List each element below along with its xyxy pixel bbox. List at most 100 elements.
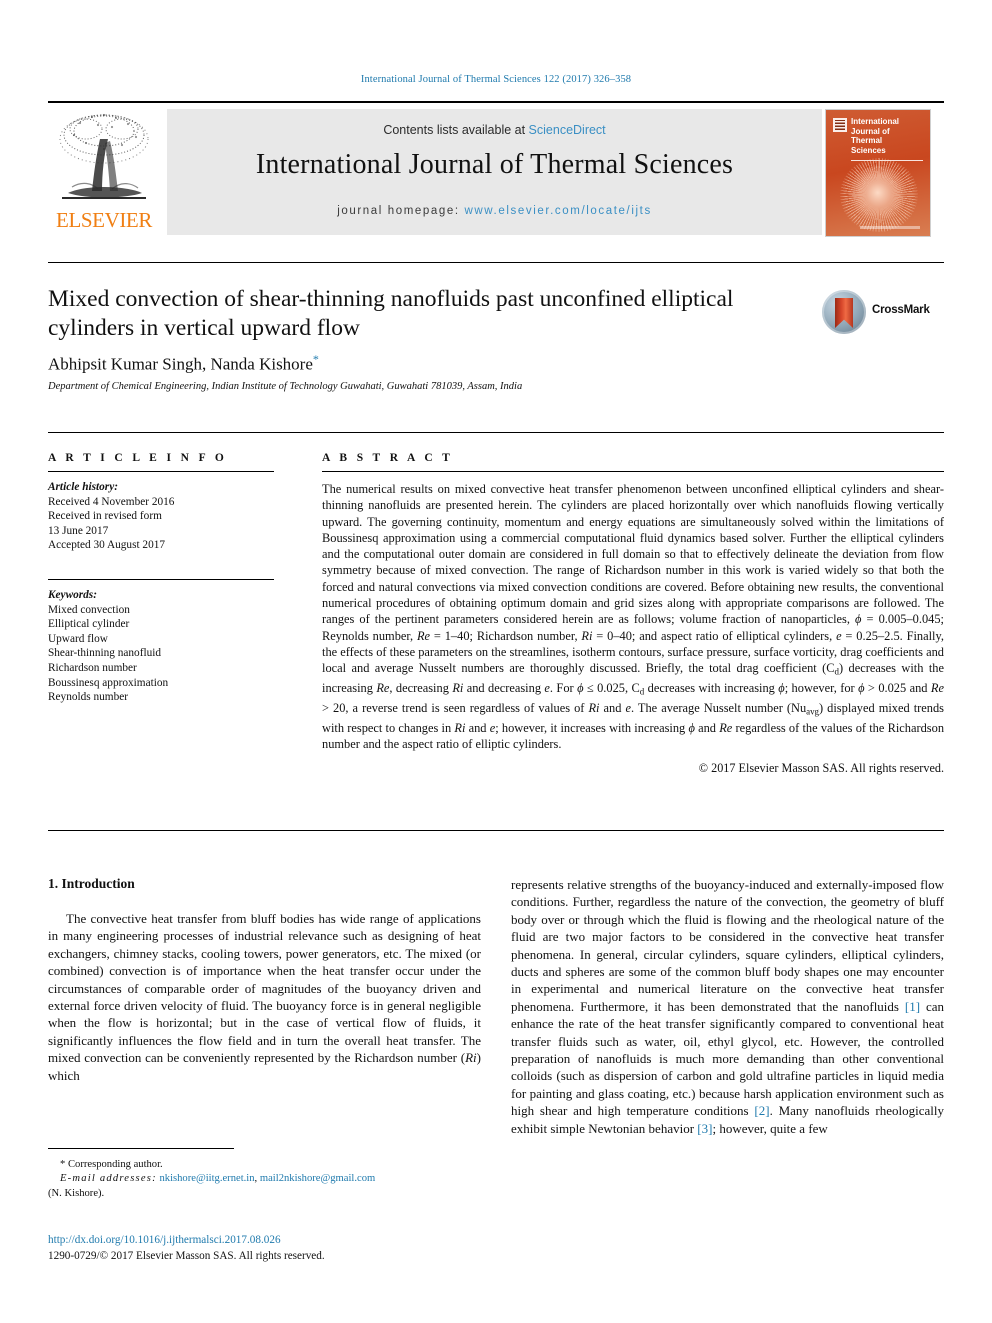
- crossmark-ribbon-icon: [835, 298, 853, 328]
- abstract-text: The numerical results on mixed convectiv…: [322, 481, 944, 752]
- keyword-item: Upward flow: [48, 632, 108, 645]
- abstract-sym-ri2: Ri: [452, 681, 464, 696]
- cover-footer-bar: [860, 226, 920, 229]
- abstract-sym-re3: Re: [930, 681, 944, 696]
- abstract-seg: = 0–40; and aspect ratio of elliptical c…: [592, 628, 837, 643]
- abstract-seg: and: [694, 720, 720, 735]
- abstract-seg: and: [465, 720, 490, 735]
- cover-title-text: International Journal of Thermal Science…: [851, 117, 923, 155]
- abstract-column: A B S T R A C T The numerical results on…: [322, 452, 944, 776]
- cover-title-line-1: International: [851, 117, 900, 126]
- abstract-sym-ri3: Ri: [588, 700, 600, 715]
- abstract-sym-re2: Re: [376, 681, 390, 696]
- homepage-label: journal homepage:: [337, 205, 465, 217]
- section-heading-introduction: 1. Introduction: [48, 876, 135, 891]
- abstract-seg: . The average Nusselt number (Nu: [630, 700, 807, 715]
- abstract-seg: . For: [549, 681, 578, 696]
- keyword-item: Richardson number: [48, 661, 137, 674]
- journal-masthead: ELSEVIER Contents lists available at Sci…: [48, 101, 944, 240]
- email-label: E-mail addresses:: [60, 1173, 157, 1185]
- abstract-seg: = 1–40; Richardson number,: [430, 628, 582, 643]
- article-info-column: A R T I C L E I N F O Article history: R…: [48, 452, 274, 705]
- sciencedirect-link[interactable]: ScienceDirect: [529, 123, 606, 137]
- homepage-url-link[interactable]: www.elsevier.com/locate/ijts: [464, 205, 651, 217]
- keyword-item: Shear-thinning nanofluid: [48, 647, 162, 660]
- body-column-left: 1. Introduction The convective heat tran…: [48, 876, 481, 1084]
- citation-link-3[interactable]: [3]: [697, 1121, 712, 1136]
- running-head: International Journal of Thermal Science…: [360, 74, 632, 85]
- elsevier-tree-icon: [52, 109, 156, 207]
- cover-title-line-4: Sciences: [851, 145, 886, 155]
- cover-title-line-3: Thermal: [851, 136, 883, 146]
- keyword-item: Reynolds number: [48, 691, 129, 704]
- abstract-rule: [322, 471, 944, 472]
- article-history-item: 13 June 2017: [48, 524, 109, 537]
- info-divider-top: [48, 432, 944, 433]
- body-column-right: represents relative strengths of the buo…: [511, 876, 944, 1137]
- page-title: Mixed convection of shear-thinning nanof…: [48, 286, 734, 341]
- article-info-rule: [48, 471, 274, 472]
- elsevier-logo: ELSEVIER: [48, 109, 160, 235]
- article-history-item: Received in revised form: [48, 510, 162, 523]
- abstract-sub-nu: avg: [806, 706, 819, 717]
- abstract-seg: ≤ 0.025, C: [583, 681, 640, 696]
- email-link-1[interactable]: nkishore@iitg.ernet.in: [159, 1173, 254, 1184]
- citation-link-2[interactable]: [2]: [754, 1103, 769, 1118]
- intro-paragraph-right: represents relative strengths of the buo…: [511, 876, 944, 1137]
- crossmark-label: CrossMark: [872, 304, 930, 316]
- abstract-sym-re4: Re: [719, 720, 733, 735]
- footnote-divider: [48, 1148, 234, 1149]
- abstract-seg: , decreasing: [389, 681, 453, 696]
- journal-homepage-line: journal homepage: www.elsevier.com/locat…: [167, 205, 822, 217]
- abstract-copyright: © 2017 Elsevier Masson SAS. All rights r…: [698, 761, 944, 776]
- corresponding-author-marker: *: [312, 352, 319, 366]
- intro-sym-ri: Ri: [465, 1050, 477, 1066]
- email-owner: (N. Kishore).: [48, 1187, 105, 1199]
- abstract-sym-ri4: Ri: [454, 720, 466, 735]
- doi-block: http://dx.doi.org/10.1016/j.ijthermalsci…: [48, 1233, 548, 1264]
- article-history-item: Received 4 November 2016: [48, 495, 175, 508]
- corresponding-author-note: * Corresponding author.: [48, 1158, 481, 1172]
- cover-title-line-2: Journal of: [851, 126, 890, 136]
- intro-seg: The convective heat transfer from bluff …: [48, 911, 481, 1066]
- abstract-sym-ri: Ri: [581, 628, 593, 643]
- contents-available-line: Contents lists available at ScienceDirec…: [167, 123, 822, 137]
- abstract-seg: decreases with increasing: [644, 681, 779, 696]
- article-history-label: Article history:: [48, 481, 118, 493]
- article-info-heading: A R T I C L E I N F O: [48, 452, 228, 464]
- info-divider-bottom: [48, 830, 944, 831]
- intro-seg: can enhance the rate of the heat transfe…: [511, 998, 944, 1119]
- abstract-seg: ; however, for: [784, 681, 859, 696]
- keywords-label: Keywords:: [48, 588, 97, 601]
- journal-cover-thumbnail: International Journal of Thermal Science…: [825, 109, 931, 237]
- article-history-item: Accepted 30 August 2017: [48, 539, 166, 552]
- abstract-seg: and decreasing: [463, 681, 545, 696]
- issn-copyright-line: 1290-0729/© 2017 Elsevier Masson SAS. Al…: [48, 1249, 325, 1262]
- cover-burst-graphic: [848, 166, 910, 224]
- intro-seg: represents relative strengths of the buo…: [511, 877, 944, 1014]
- email-line: E-mail addresses: nkishore@iitg.ernet.in…: [48, 1172, 481, 1186]
- abstract-heading: A B S T R A C T: [322, 452, 454, 464]
- abstract-sym-re: Re: [416, 628, 431, 643]
- elsevier-wordmark: ELSEVIER: [56, 208, 152, 232]
- citation-link-1[interactable]: [1]: [905, 999, 920, 1014]
- footnote-block: * Corresponding author. E-mail addresses…: [48, 1158, 481, 1201]
- keywords-block: Keywords: Mixed convection Elliptical cy…: [48, 588, 274, 705]
- email-link-2[interactable]: mail2nkishore@gmail.com: [260, 1173, 375, 1184]
- corresponding-author-text: Corresponding author.: [67, 1159, 163, 1170]
- doi-link[interactable]: http://dx.doi.org/10.1016/j.ijthermalsci…: [48, 1233, 548, 1249]
- keyword-item: Boussinesq approximation: [48, 676, 169, 689]
- title-divider: [48, 262, 944, 263]
- abstract-seg: > 0.025 and: [864, 681, 931, 696]
- keyword-item: Mixed convection: [48, 603, 130, 616]
- abstract-seg: > 20, a reverse trend is seen regardless…: [322, 700, 589, 715]
- journal-title: International Journal of Thermal Science…: [255, 149, 734, 180]
- keyword-item: Elliptical cylinder: [48, 618, 130, 631]
- affiliation: Department of Chemical Engineering, Indi…: [48, 381, 523, 392]
- abstract-seg: and: [599, 700, 626, 715]
- author-list: Abhipsit Kumar Singh, Nanda Kishore*: [48, 352, 788, 375]
- intro-paragraph-left: The convective heat transfer from bluff …: [48, 910, 481, 1084]
- cover-emblem-icon: [833, 118, 847, 132]
- intro-seg: ; however, quite a few: [712, 1120, 828, 1136]
- crossmark-badge[interactable]: CrossMark: [822, 288, 944, 342]
